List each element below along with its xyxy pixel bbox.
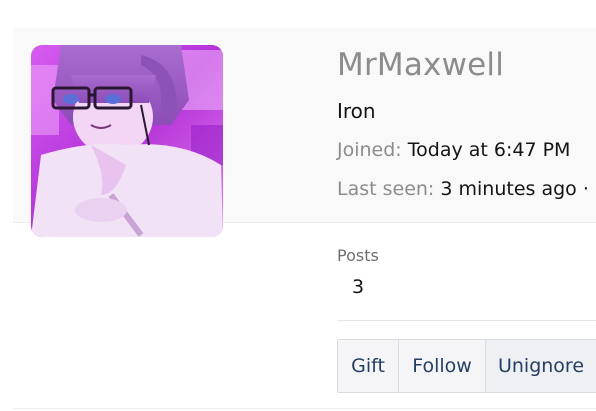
last-seen-info: Last seen: 3 minutes ago · — [337, 178, 589, 200]
user-rank: Iron — [337, 99, 376, 123]
gift-button[interactable]: Gift — [338, 340, 399, 392]
profile-actions: Gift Follow Unignore — [337, 339, 596, 393]
avatar-image-icon — [31, 45, 223, 237]
posts-count-link[interactable]: 3 — [352, 276, 364, 298]
posts-label: Posts — [337, 246, 379, 265]
joined-value: Today at 6:47 PM — [407, 139, 571, 161]
section-divider — [337, 320, 596, 321]
unignore-button[interactable]: Unignore — [486, 340, 596, 392]
last-seen-label: Last seen: — [337, 178, 435, 200]
last-seen-value: 3 minutes ago · — [440, 178, 589, 200]
user-avatar[interactable] — [31, 45, 223, 237]
profile-username[interactable]: MrMaxwell — [337, 47, 504, 83]
follow-button[interactable]: Follow — [399, 340, 486, 392]
bottom-divider — [13, 408, 596, 409]
joined-label: Joined: — [337, 139, 402, 161]
joined-info: Joined: Today at 6:47 PM — [337, 139, 570, 161]
